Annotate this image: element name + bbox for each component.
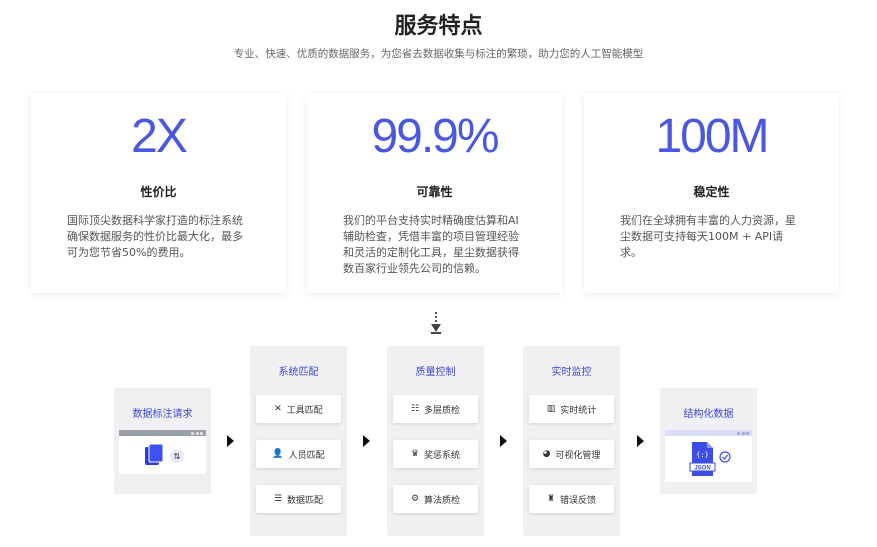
feature-value: 99.9% <box>371 110 499 163</box>
item-label: 奖惩系统 <box>424 450 461 461</box>
structured-data-panel: 结构化数据 {:} JSON <box>660 388 757 494</box>
item-label: 工具匹配 <box>286 405 323 416</box>
item-label: 实时统计 <box>560 405 597 416</box>
list-icon: ☷ <box>410 404 420 414</box>
output-window: {:} JSON <box>665 430 752 482</box>
feature-title: 稳定性 <box>693 185 730 199</box>
item-label: 多层质检 <box>424 405 461 416</box>
quality-control-label: 质量控制 <box>415 367 456 378</box>
page-subtitle: 专业、快速、优质的数据服务，为您省去数据收集与标注的繁琐，助力您的人工智能模型 <box>233 48 644 60</box>
feature-card-stability: 100M 稳定性 我们在全球拥有丰富的人力资源，星尘数据可支持每天100M + … <box>584 93 839 293</box>
svg-text:{:}: {:} <box>696 451 709 459</box>
down-arrow-icon <box>431 312 441 334</box>
realtime-monitor-panel: 实时监控 ▥ 实时统计 ◕ 可视化管理 ♜ 错误反馈 <box>523 346 620 536</box>
request-window: ⇅ <box>119 430 206 474</box>
item-label: 可视化管理 <box>555 450 601 461</box>
right-arrow-icon <box>500 435 507 447</box>
request-panel: 数据标注请求 ⇅ <box>114 388 211 494</box>
feature-value: 100M <box>655 110 769 163</box>
documents-icon: ⇅ <box>145 443 184 465</box>
multi-layer-check-item: ☷ 多层质检 <box>393 395 478 423</box>
tool-match-item: ✕ 工具匹配 <box>256 395 341 423</box>
feature-card-cost: 2X 性价比 国际顶尖数据科学家打造的标注系统确保数据服务的性价比最大化，最多可… <box>31 93 286 293</box>
structured-data-label: 结构化数据 <box>683 409 734 420</box>
gear-icon: ⚙ <box>410 494 420 504</box>
item-label: 错误反馈 <box>560 495 597 506</box>
quality-control-panel: 质量控制 ☷ 多层质检 ♛ 奖惩系统 ⚙ 算法质检 <box>387 346 484 536</box>
staff-match-item: 👤 人员匹配 <box>256 440 341 468</box>
feature-title: 性价比 <box>140 185 177 199</box>
algorithm-check-item: ⚙ 算法质检 <box>393 485 478 513</box>
bug-icon: ♜ <box>546 494 556 504</box>
feature-card-reliability: 99.9% 可靠性 我们的平台支持实时精确度估算和AI辅助检查，凭借丰富的项目管… <box>307 93 562 293</box>
right-arrow-icon <box>363 435 370 447</box>
error-feedback-item: ♜ 错误反馈 <box>529 485 614 513</box>
json-file-icon: {:} JSON <box>689 442 731 476</box>
item-label: 数据匹配 <box>287 495 324 506</box>
award-icon: ♛ <box>410 449 420 459</box>
realtime-stats-item: ▥ 实时统计 <box>529 395 614 423</box>
bar-chart-icon: ▥ <box>546 404 556 414</box>
data-match-item: ☰ 数据匹配 <box>256 485 341 513</box>
svg-text:⇅: ⇅ <box>174 452 181 461</box>
item-label: 人员匹配 <box>288 450 325 461</box>
reward-system-item: ♛ 奖惩系统 <box>393 440 478 468</box>
pie-chart-icon: ◕ <box>542 449 551 459</box>
feature-title: 可靠性 <box>416 185 453 199</box>
item-label: 算法质检 <box>424 495 461 506</box>
realtime-monitor-label: 实时监控 <box>551 367 592 378</box>
visual-management-item: ◕ 可视化管理 <box>529 440 614 468</box>
database-icon: ☰ <box>273 494 283 504</box>
system-match-panel: 系统匹配 ✕ 工具匹配 👤 人员匹配 ☰ 数据匹配 <box>250 346 347 536</box>
right-arrow-icon <box>227 435 234 447</box>
json-label: JSON <box>694 466 710 472</box>
feature-description: 我们的平台支持实时精确度估算和AI辅助检查，凭借丰富的项目管理经验和灵活的定制化… <box>343 214 519 275</box>
feature-value: 2X <box>131 110 188 163</box>
request-label: 数据标注请求 <box>132 409 193 420</box>
system-match-label: 系统匹配 <box>278 367 319 378</box>
right-arrow-icon <box>637 435 644 447</box>
feature-description: 我们在全球拥有丰富的人力资源，星尘数据可支持每天100M + API请求。 <box>620 214 796 259</box>
user-plus-icon: 👤 <box>272 449 284 459</box>
feature-description: 国际顶尖数据科学家打造的标注系统确保数据服务的性价比最大化，最多可为您节省50%… <box>67 214 243 259</box>
tools-icon: ✕ <box>274 404 282 414</box>
page-title: 服务特点 <box>394 14 483 39</box>
